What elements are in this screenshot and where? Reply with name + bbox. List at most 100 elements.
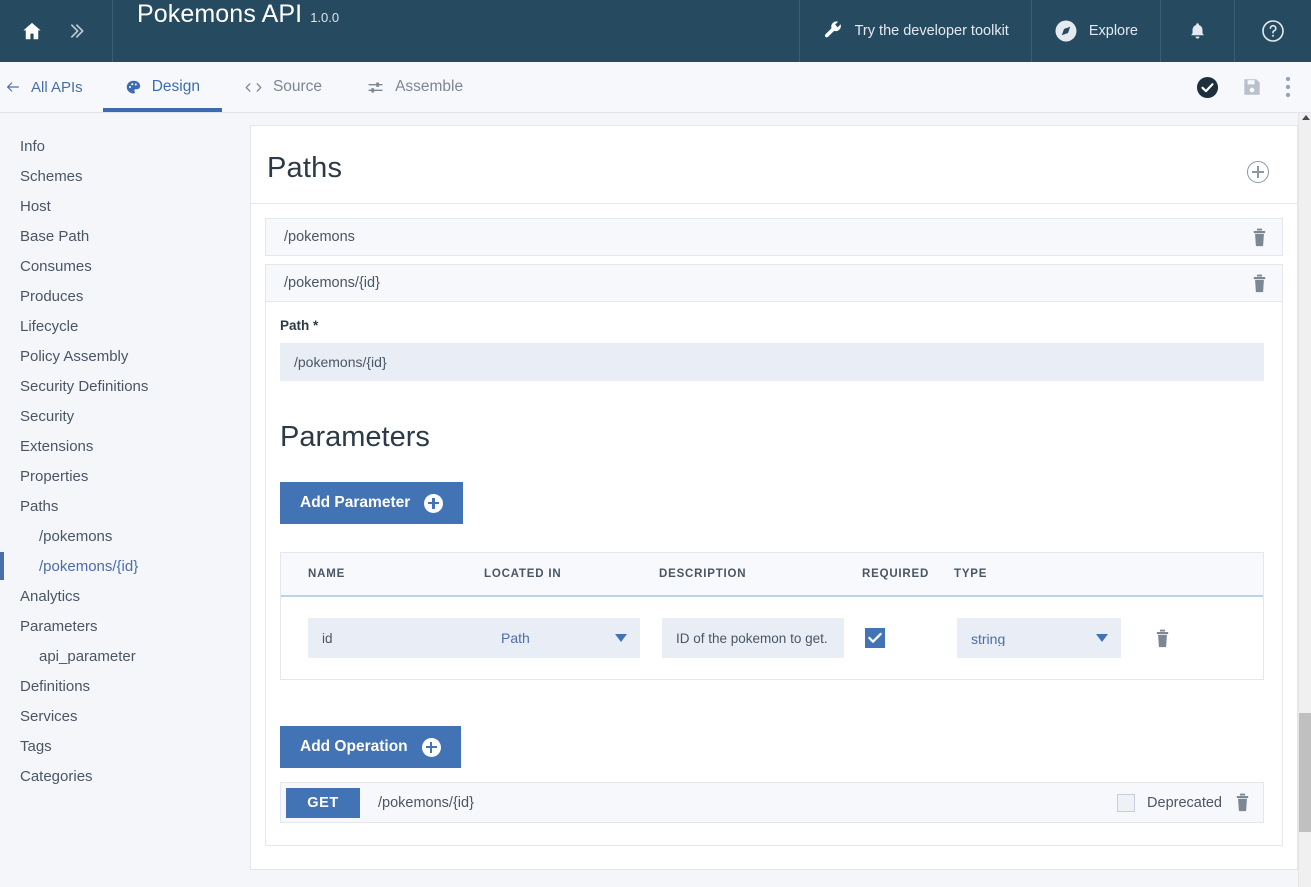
sidebar-item-label: Parameters (20, 618, 98, 635)
sidebar-item-label: api_parameter (39, 648, 136, 665)
chevron-down-icon (615, 634, 627, 642)
header-spacer (339, 0, 799, 62)
parameters-title: Parameters (280, 421, 1264, 454)
sidebar-item-label: Lifecycle (20, 318, 78, 335)
save-icon[interactable] (1241, 76, 1263, 98)
notifications-button[interactable] (1160, 0, 1234, 62)
tab-source[interactable]: Source (222, 62, 344, 112)
param-type-value: string (971, 630, 1005, 646)
sidebar-item-info[interactable]: Info (0, 131, 240, 161)
operation-method-badge[interactable]: GET (286, 788, 360, 818)
app-header: Pokemons API 1.0.0 Try the developer too… (0, 0, 1311, 62)
toolbar-actions (1196, 62, 1311, 112)
param-type-select[interactable]: string (957, 618, 1121, 658)
sidebar-item-paths[interactable]: Paths (0, 491, 240, 521)
sidebar-item-base-path[interactable]: Base Path (0, 221, 240, 251)
trash-icon[interactable] (1154, 629, 1171, 648)
sidebar-item-security-definitions[interactable]: Security Definitions (0, 371, 240, 401)
scroll-up-arrow-icon[interactable] (1302, 115, 1310, 120)
chevron-down-icon (1096, 634, 1108, 642)
paths-header: Paths (251, 126, 1297, 204)
param-name-input[interactable]: id (308, 618, 487, 658)
sidebar-item-lifecycle[interactable]: Lifecycle (0, 311, 240, 341)
add-path-button[interactable] (1247, 161, 1269, 183)
path-detail-panel: Path * /pokemons/{id} Parameters Add Par… (265, 302, 1283, 846)
parameters-table: NAME LOCATED IN DESCRIPTION REQUIRED TYP… (280, 552, 1264, 680)
sidebar-item-label: /pokemons (39, 528, 112, 545)
bell-icon (1187, 21, 1208, 42)
add-operation-button[interactable]: Add Operation (280, 726, 461, 768)
sliders-icon (366, 79, 385, 96)
param-description-input[interactable]: ID of the pokemon to get. (662, 618, 844, 658)
sidebar-item-parameters[interactable]: Parameters (0, 611, 240, 641)
sidebar-item-consumes[interactable]: Consumes (0, 251, 240, 281)
sidebar-item-pokemons[interactable]: /pokemons (0, 521, 240, 551)
plus-icon (424, 494, 443, 513)
sidebar-item-label: Categories (20, 768, 93, 785)
sidebar-item-properties[interactable]: Properties (0, 461, 240, 491)
wrench-icon (822, 20, 844, 42)
scrollbar-thumb[interactable] (1299, 713, 1311, 832)
sidebar-nav: InfoSchemesHost Base Path Consumes Produces… (0, 113, 240, 887)
sidebar-item-extensions[interactable]: Extensions (0, 431, 240, 461)
sidebar-item-label: Base Path (20, 228, 89, 245)
column-header-name: NAME (281, 568, 484, 580)
trash-icon[interactable] (1234, 793, 1251, 812)
path-row[interactable]: /pokemons/{id} (265, 264, 1283, 302)
sidebar-item-label: Services (20, 708, 78, 725)
vertical-scrollbar[interactable] (1298, 113, 1311, 887)
sidebar-item-api-parameter[interactable]: api_parameter (0, 641, 240, 671)
tab-assemble[interactable]: Assemble (344, 62, 485, 112)
column-header-located-in: LOCATED IN (484, 568, 659, 580)
developer-toolkit-button[interactable]: Try the developer toolkit (799, 0, 1031, 62)
sidebar-item-label: Security Definitions (20, 378, 148, 395)
compass-icon (1054, 19, 1078, 43)
param-located-in-select[interactable]: Path (487, 618, 640, 658)
sidebar-item-pokemons-id[interactable]: /pokemons/{id} (0, 551, 240, 581)
back-to-all-apis-button[interactable]: All APIs (0, 62, 103, 112)
sidebar-item-categories[interactable]: Categories (0, 761, 240, 791)
path-input[interactable]: /pokemons/{id} (280, 343, 1264, 381)
tab-assemble-label: Assemble (395, 78, 463, 96)
sidebar-item-schemes[interactable]: Schemes (0, 161, 240, 191)
body-region: InfoSchemesHost Base Path Consumes Produces… (0, 113, 1311, 887)
developer-toolkit-label: Try the developer toolkit (855, 23, 1009, 39)
tab-design[interactable]: Design (103, 62, 222, 112)
operation-row[interactable]: GET /pokemons/{id} Deprecated (280, 782, 1264, 823)
paths-title: Paths (267, 152, 342, 185)
param-located-in-value: Path (501, 630, 530, 646)
trash-icon[interactable] (1251, 228, 1268, 247)
deprecated-checkbox[interactable] (1117, 794, 1135, 812)
path-row[interactable]: /pokemons (265, 218, 1283, 256)
sidebar-item-definitions[interactable]: Definitions (0, 671, 240, 701)
help-button[interactable] (1234, 0, 1311, 62)
sidebar-item-tags[interactable]: Tags (0, 731, 240, 761)
sidebar-item-label: Properties (20, 468, 88, 485)
overflow-menu-icon[interactable] (1285, 76, 1291, 98)
api-version: 1.0.0 (310, 10, 339, 25)
sidebar-item-label: Consumes (20, 258, 92, 275)
trash-icon[interactable] (1251, 274, 1268, 293)
validate-status-icon[interactable] (1196, 76, 1219, 99)
sidebar-item-label: Security (20, 408, 74, 425)
home-icon[interactable] (10, 0, 54, 62)
param-located-in-cell: Path (487, 618, 662, 658)
palette-icon (125, 79, 142, 96)
sidebar-item-label: Analytics (20, 588, 80, 605)
page-title: Pokemons API (137, 0, 302, 29)
sidebar-item-host[interactable]: Host (0, 191, 240, 221)
paths-list: /pokemons /pokemons/{id} (251, 204, 1297, 846)
tab-source-label: Source (273, 78, 322, 96)
sidebar-item-services[interactable]: Services (0, 701, 240, 731)
param-required-checkbox[interactable] (865, 628, 885, 648)
param-required-cell (865, 628, 957, 648)
double-chevron-right-icon[interactable] (54, 0, 98, 62)
sidebar-item-security[interactable]: Security (0, 401, 240, 431)
sidebar-item-analytics[interactable]: Analytics (0, 581, 240, 611)
sidebar-item-label: Policy Assembly (20, 348, 128, 365)
sidebar-item-policy-assembly[interactable]: Policy Assembly (0, 341, 240, 371)
explore-button[interactable]: Explore (1031, 0, 1160, 62)
add-parameter-button[interactable]: Add Parameter (280, 482, 463, 524)
arrow-left-icon (4, 79, 22, 95)
sidebar-item-produces[interactable]: Produces (0, 281, 240, 311)
